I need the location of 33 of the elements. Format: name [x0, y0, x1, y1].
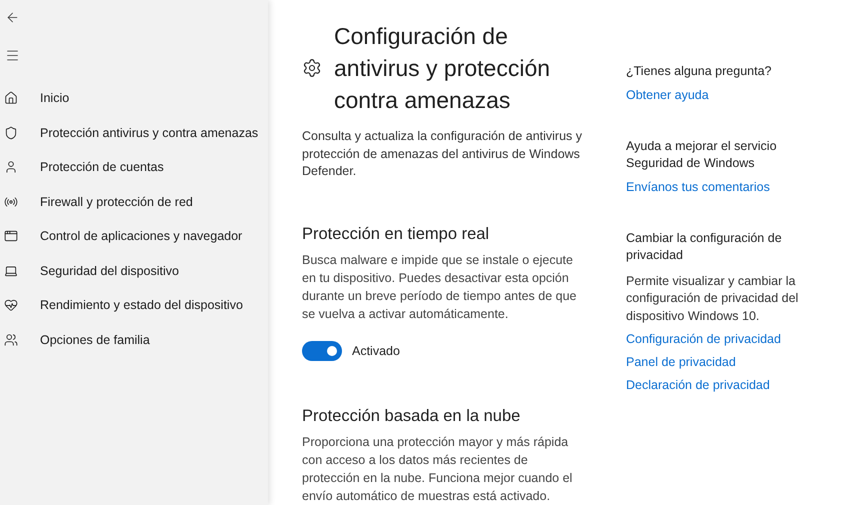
help-link[interactable]: Declaración de privacidad [626, 377, 770, 394]
nav-item[interactable]: Inicio [0, 81, 268, 116]
aside-text: Permite visualizar y cambiar la configuración de privacidad del dispositivo Windows 10. [626, 272, 800, 325]
nav-item[interactable]: Rendimiento y estado del dispositivo [0, 288, 268, 322]
home-icon [4, 91, 18, 106]
section-description: Proporciona una protección mayor y más rápida con acceso a los datos más recientes de protección en la nube. Funciona mejor cuando el envío automático de muestras está activado. [302, 434, 574, 504]
toggle-switch[interactable] [302, 340, 342, 360]
help-link[interactable]: Panel de privacidad [626, 354, 736, 371]
nav-item[interactable]: Firewall y protección de red [0, 184, 268, 219]
help-link[interactable]: Envíanos tus comentarios [626, 178, 770, 196]
nav-item[interactable]: Protección de cuentas [0, 150, 268, 184]
toggle-label: Activado [352, 344, 400, 358]
aside-heading: Ayuda a mejorar el servicio Seguridad de Windows [626, 138, 778, 172]
section-heading: Protección en tiempo real [302, 224, 490, 244]
nav-item[interactable]: Protección antivirus y contra amenazas [0, 116, 268, 150]
page-title: Configuración de antivirus y protección contra amenazas [334, 22, 552, 115]
laptop-icon [4, 264, 18, 278]
heart-icon [4, 298, 18, 312]
antenna-icon [4, 194, 18, 209]
section-heading: Protección basada en la nube [302, 406, 522, 426]
people-icon [4, 332, 18, 347]
window-icon [4, 229, 18, 244]
help-link[interactable]: Obtener ayuda [626, 86, 709, 104]
aside-heading: ¿Tienes alguna pregunta? [626, 63, 772, 80]
shield-icon [4, 126, 18, 140]
section-description: Busca malware e impide que se instale o ejecute en tu dispositivo. Puedes desactivar esta opción durante un breve período de tiempo antes de que se vuelva a activar automáticamente. [302, 252, 578, 322]
help-link[interactable]: Configuración de privacidad [626, 331, 781, 348]
page-description: Consulta y actualiza la configuración de antivirus y protección de amenazas del antivirus de Windows Defender. [302, 128, 584, 180]
person-icon [4, 160, 18, 174]
aside-heading: Cambiar la configuración de privacidad [626, 230, 783, 264]
nav-item[interactable]: Seguridad del dispositivo [0, 254, 268, 288]
nav-item[interactable]: Opciones de familia [0, 322, 268, 357]
nav-item[interactable]: Control de aplicaciones y navegador [0, 219, 268, 254]
